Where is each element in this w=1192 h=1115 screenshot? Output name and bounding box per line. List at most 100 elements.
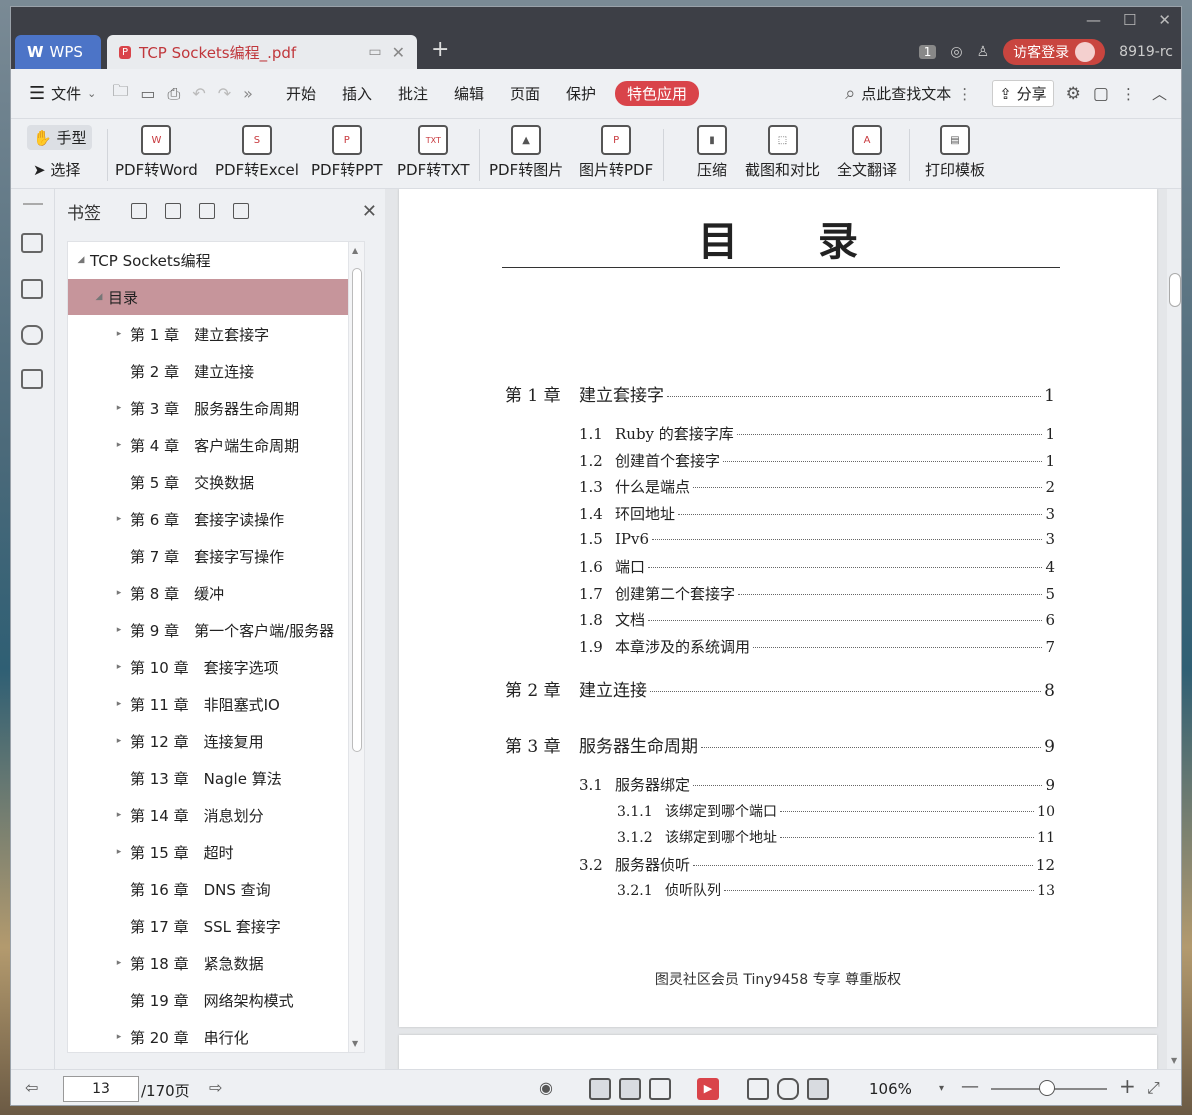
bookmark-item[interactable]: ▸ 第 4 章 客户端生命周期: [68, 427, 364, 463]
bookmark-item[interactable]: ▸ 第 14 章 消息划分: [68, 797, 364, 833]
zoom-slider-knob[interactable]: [1039, 1080, 1055, 1096]
bookmark-item[interactable]: ▸ 第 11 章 非阻塞式IO: [68, 686, 364, 722]
bookmark-item[interactable]: ▸ 第 20 章 串行化: [68, 1019, 364, 1052]
gear-icon[interactable]: ⚙: [1066, 84, 1081, 104]
toc-entry[interactable]: 3.1.1 该绑定到哪个端口 10: [617, 801, 1055, 821]
bookmark-item[interactable]: 第 17 章 SSL 套接字: [68, 908, 364, 944]
image-to-pdf-button[interactable]: P 图片转PDF: [579, 125, 653, 180]
maximize-icon[interactable]: ☐: [1123, 11, 1136, 29]
more-options-icon[interactable]: ⋮: [1121, 85, 1136, 103]
toc-entry[interactable]: 1.2 创建首个套接字 1: [579, 450, 1055, 471]
toc-entry[interactable]: 1.7 创建第二个套接字 5: [579, 583, 1055, 604]
fit-width-icon[interactable]: [807, 1078, 829, 1100]
page-number-input[interactable]: 13: [63, 1076, 139, 1102]
eye-protection-icon[interactable]: ◉: [539, 1078, 553, 1097]
screenshot-compare-button[interactable]: ⬚ 截图和对比: [745, 125, 820, 180]
stamp-icon[interactable]: [21, 325, 43, 345]
undo-icon[interactable]: ↶: [186, 84, 211, 103]
collapsed-arrow-icon[interactable]: ▸: [112, 514, 126, 524]
menu-edit[interactable]: 编辑: [441, 83, 497, 104]
pdf-to-txt-button[interactable]: TXT PDF转TXT: [397, 125, 470, 180]
toc-entry[interactable]: 第 3 章服务器生命周期 9: [505, 732, 1055, 757]
scroll-up-icon[interactable]: ▲: [352, 246, 358, 255]
tab-document[interactable]: P TCP Sockets编程_.pdf ▭ ✕: [107, 35, 417, 69]
collapsed-arrow-icon[interactable]: ▸: [112, 810, 126, 820]
bookmark-scroll-thumb[interactable]: [352, 268, 362, 752]
full-translate-button[interactable]: A 全文翻译: [837, 125, 897, 180]
new-tab-button[interactable]: +: [431, 37, 449, 62]
zoom-out-icon[interactable]: —: [961, 1076, 979, 1097]
search-text-button[interactable]: 点此查找文本: [861, 83, 951, 104]
open-folder-icon[interactable]: 🗀: [106, 80, 134, 107]
bookmark-item[interactable]: ▸ 第 8 章 缓冲: [68, 575, 364, 611]
toc-entry[interactable]: 3.2 服务器侦听 12: [579, 854, 1055, 875]
pdf-to-excel-button[interactable]: S PDF转Excel: [215, 125, 299, 180]
expand-all-icon[interactable]: [131, 203, 147, 219]
zoom-in-icon[interactable]: +: [1119, 1074, 1136, 1098]
toc-entry[interactable]: 1.6 端口 4: [579, 556, 1055, 577]
expanded-arrow-icon[interactable]: ◢: [92, 292, 106, 302]
minimize-icon[interactable]: —: [1086, 11, 1101, 29]
next-page-icon[interactable]: ⇨: [209, 1078, 222, 1097]
pdf-to-image-button[interactable]: ▲ PDF转图片: [489, 125, 563, 180]
collapsed-arrow-icon[interactable]: ▸: [112, 958, 126, 968]
scroll-down-icon[interactable]: ▼: [1171, 1056, 1177, 1065]
drag-handle[interactable]: [23, 203, 43, 205]
bookmark-item[interactable]: 第 16 章 DNS 查询: [68, 871, 364, 907]
fit-page-icon[interactable]: [777, 1078, 799, 1100]
toc-entry[interactable]: 1.9 本章涉及的系统调用 7: [579, 636, 1055, 657]
menu-start[interactable]: 开始: [273, 83, 329, 104]
single-page-scroll-icon[interactable]: [589, 1078, 611, 1100]
two-page-icon[interactable]: [649, 1078, 671, 1100]
save-icon[interactable]: ▭: [134, 84, 161, 103]
hand-tool-button[interactable]: ✋ 手型: [27, 125, 93, 150]
bookmark-item[interactable]: 第 19 章 网络架构模式: [68, 982, 364, 1018]
collapsed-arrow-icon[interactable]: ▸: [112, 1032, 126, 1042]
play-presentation-button[interactable]: ▶: [697, 1078, 719, 1100]
toc-entry[interactable]: 1.1 Ruby 的套接字库 1: [579, 423, 1055, 444]
outline-icon[interactable]: [21, 233, 43, 253]
prev-page-icon[interactable]: ⇦: [25, 1078, 38, 1097]
single-page-icon[interactable]: [619, 1078, 641, 1100]
collapsed-arrow-icon[interactable]: ▸: [112, 440, 126, 450]
toc-entry[interactable]: 1.4 环回地址 3: [579, 503, 1055, 524]
bookmark-root[interactable]: ◢ TCP Sockets编程: [68, 242, 364, 278]
print-icon[interactable]: ⎙: [162, 84, 187, 104]
toc-entry[interactable]: 1.8 文档 6: [579, 609, 1055, 630]
collapse-ribbon-icon[interactable]: ︿: [1152, 83, 1167, 104]
zoom-level[interactable]: 106%: [869, 1080, 912, 1098]
bookmark-item[interactable]: ▸ 第 9 章 第一个客户端/服务器: [68, 612, 364, 648]
close-window-icon[interactable]: ✕: [1158, 11, 1171, 29]
bookmark-item[interactable]: ▸ 第 10 章 套接字选项: [68, 649, 364, 685]
shirt-icon[interactable]: ♙: [977, 44, 990, 60]
redo-icon[interactable]: ↷: [212, 84, 237, 103]
document-scrollbar[interactable]: ▼: [1167, 189, 1181, 1069]
bookmark-item[interactable]: 第 5 章 交换数据: [68, 464, 364, 500]
bookmark-item[interactable]: ▸ 第 1 章 建立套接字: [68, 316, 364, 352]
expanded-arrow-icon[interactable]: ◢: [74, 255, 88, 265]
toc-entry[interactable]: 1.3 什么是端点 2: [579, 476, 1055, 497]
compress-button[interactable]: ▮ 压缩: [697, 125, 727, 180]
bookmark-scrollbar[interactable]: ▲ ▼: [348, 242, 364, 1052]
toc-entry[interactable]: 第 1 章建立套接字 1: [505, 381, 1055, 406]
annotation-list-icon[interactable]: [21, 369, 43, 389]
bookmark-item[interactable]: ▸ 第 18 章 紧急数据: [68, 945, 364, 981]
toc-entry[interactable]: 3.1.2 该绑定到哪个地址 11: [617, 827, 1055, 847]
bookmark-item[interactable]: ▸ 第 12 章 连接复用: [68, 723, 364, 759]
toc-entry[interactable]: 3.1 服务器绑定 9: [579, 774, 1055, 795]
close-panel-icon[interactable]: ✕: [362, 201, 377, 222]
vertical-dots-icon[interactable]: ⋮: [957, 85, 972, 103]
skin-icon[interactable]: ◎: [950, 44, 962, 60]
bookmark-item[interactable]: ▸ 第 15 章 超时: [68, 834, 364, 870]
bookmark-item[interactable]: ▸ 第 3 章 服务器生命周期: [68, 390, 364, 426]
collapsed-arrow-icon[interactable]: ▸: [112, 736, 126, 746]
share-button[interactable]: ⇪ 分享: [992, 80, 1054, 107]
toc-entry[interactable]: 第 2 章建立连接 8: [505, 676, 1055, 701]
menu-insert[interactable]: 插入: [329, 83, 385, 104]
collapsed-arrow-icon[interactable]: ▸: [112, 847, 126, 857]
tab-wps-home[interactable]: W WPS: [15, 35, 101, 69]
comment-icon[interactable]: ▢: [1093, 84, 1109, 104]
scroll-down-icon[interactable]: ▼: [352, 1039, 358, 1048]
select-tool-button[interactable]: ➤ 选择: [33, 159, 80, 180]
collapsed-arrow-icon[interactable]: ▸: [112, 329, 126, 339]
